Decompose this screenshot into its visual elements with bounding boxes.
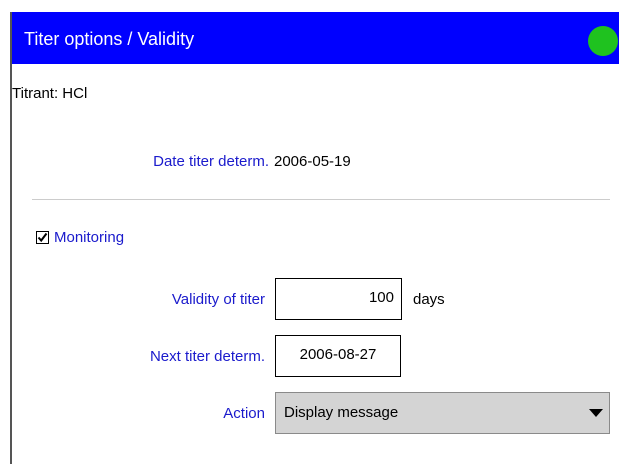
status-indicator-icon (588, 26, 618, 56)
titrant-label: Titrant: HCl (12, 85, 88, 102)
validity-label: Validity of titer (171, 291, 265, 308)
action-select[interactable]: Display message (275, 392, 610, 434)
monitoring-checkbox[interactable] (36, 231, 49, 244)
date-titer-value: 2006-05-19 (274, 153, 351, 170)
next-titer-value: 2006-08-27 (299, 346, 377, 363)
validity-value: 100 (368, 289, 394, 306)
validity-unit: days (413, 291, 445, 308)
window-title: Titer options / Validity (24, 29, 195, 49)
monitoring-label[interactable]: Monitoring (54, 229, 124, 247)
chevron-down-icon[interactable] (589, 409, 603, 417)
date-titer-label: Date titer determ. (153, 153, 269, 170)
next-titer-label: Next titer determ. (149, 348, 265, 365)
title-bar: Titer options / Validity (12, 12, 619, 64)
dialog-window: Titer options / Validity Titrant: HCl Da… (10, 12, 619, 464)
checkmark-icon (37, 232, 48, 243)
section-divider (32, 199, 610, 200)
action-label: Action (223, 405, 265, 422)
validity-input[interactable]: 100 (275, 278, 402, 320)
action-selected-value: Display message (284, 404, 399, 421)
next-titer-input[interactable]: 2006-08-27 (275, 335, 401, 377)
